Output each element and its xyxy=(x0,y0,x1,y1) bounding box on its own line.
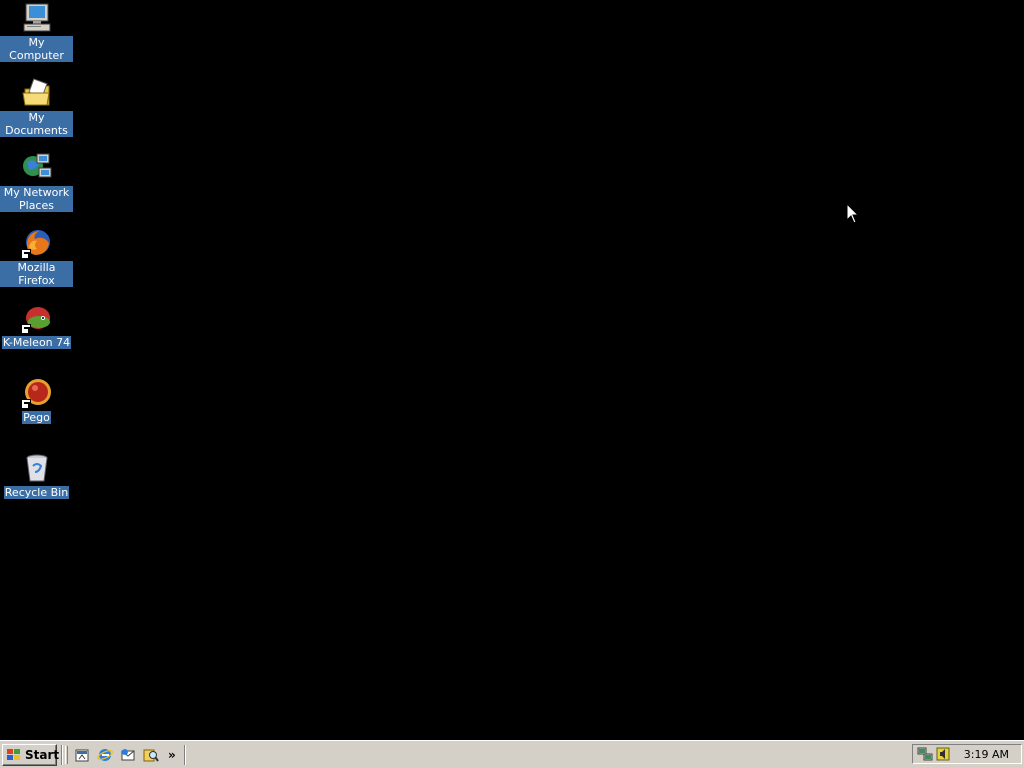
desktop-icon-label: Pego xyxy=(22,411,51,424)
start-label: Start xyxy=(25,747,60,762)
internet-explorer-icon[interactable] xyxy=(97,747,113,763)
taskbar-clock[interactable]: 3:19 AM xyxy=(964,748,1009,761)
k-meleon-icon xyxy=(20,302,53,334)
taskbar-separator xyxy=(61,744,63,765)
desktop-icon-label: Recycle Bin xyxy=(3,486,70,499)
desktop-icon-mozilla-firefox[interactable]: Mozilla Firefox xyxy=(0,227,73,287)
network-tray-icon[interactable] xyxy=(917,746,933,762)
desktop-icon-label: Mozilla Firefox xyxy=(0,261,73,287)
quick-launch-more-chevron[interactable]: » xyxy=(168,748,176,762)
mouse-pointer-icon xyxy=(846,202,860,225)
show-desktop-icon[interactable] xyxy=(74,747,90,763)
start-button[interactable]: Start xyxy=(2,743,60,766)
taskbar-separator xyxy=(183,744,186,765)
quick-launch-toolbar: » xyxy=(74,747,176,763)
desktop[interactable]: My Computer My Documents My Network Plac… xyxy=(0,0,1024,740)
taskbar: Start » 3:19 AM xyxy=(0,740,1024,768)
desktop-icon-label: My Computer xyxy=(0,36,73,62)
system-tray: 3:19 AM xyxy=(912,744,1022,764)
shortcut-arrow-icon xyxy=(20,324,31,334)
search-icon[interactable] xyxy=(143,747,159,763)
computer-icon xyxy=(21,2,53,34)
desktop-icon-recycle-bin[interactable]: Recycle Bin xyxy=(0,452,73,499)
desktop-icon-label: K-Meleon 74 xyxy=(1,336,72,349)
shortcut-arrow-icon xyxy=(20,249,31,259)
desktop-icon-pego[interactable]: Pego xyxy=(0,377,73,424)
pego-icon xyxy=(20,377,53,409)
desktop-icon-k-meleon[interactable]: K-Meleon 74 xyxy=(0,302,73,349)
desktop-icon-my-computer[interactable]: My Computer xyxy=(0,2,73,62)
desktop-icon-my-network-places[interactable]: My Network Places xyxy=(0,152,73,212)
quick-launch-grip[interactable] xyxy=(65,745,68,764)
desktop-icon-my-documents[interactable]: My Documents xyxy=(0,77,73,137)
shortcut-arrow-icon xyxy=(20,399,31,409)
windows-logo-icon xyxy=(6,748,22,762)
documents-folder-icon xyxy=(21,77,53,109)
desktop-icon-label: My Documents xyxy=(0,111,73,137)
network-places-icon xyxy=(21,152,53,184)
recycle-bin-icon xyxy=(21,452,53,484)
volume-tray-icon[interactable] xyxy=(936,746,952,762)
firefox-icon xyxy=(20,227,53,259)
outlook-express-icon[interactable] xyxy=(120,747,136,763)
desktop-icon-label: My Network Places xyxy=(0,186,73,212)
